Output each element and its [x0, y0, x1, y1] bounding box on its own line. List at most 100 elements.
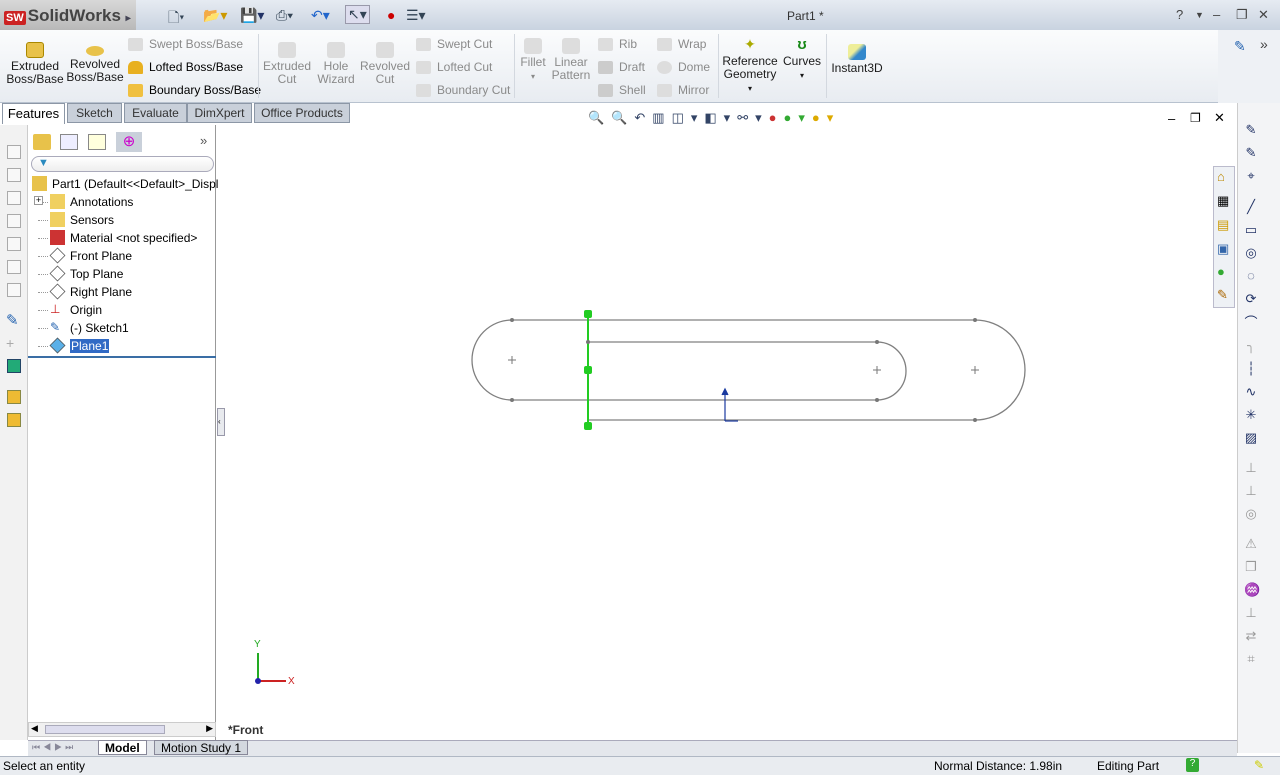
property-manager-tab-icon[interactable] — [60, 134, 78, 150]
view-icon[interactable] — [7, 191, 21, 205]
options-icon[interactable]: ☰▾ — [406, 7, 426, 24]
fillet-button[interactable]: Fillet ▾ — [518, 38, 548, 83]
undo-icon[interactable]: ↶▾ — [311, 7, 330, 24]
dimxpert-manager-tab-icon[interactable]: ⊕ — [116, 132, 142, 152]
dropdown-icon[interactable]: ▾ — [531, 72, 535, 81]
wrap-button[interactable]: Wrap — [657, 36, 706, 52]
centerpoint-arc-icon[interactable]: ◌ — [1244, 269, 1258, 283]
tab-sketch[interactable]: Sketch — [67, 103, 122, 123]
three-point-arc-icon[interactable]: ⌒ — [1244, 316, 1258, 330]
lofted-cut-button[interactable]: Lofted Cut — [416, 59, 492, 75]
sketch-fillet-icon[interactable]: ╮ — [1244, 339, 1258, 353]
help-icon[interactable]: ? — [1186, 758, 1199, 772]
tab-features[interactable]: Features — [2, 103, 65, 124]
new-document-icon[interactable]: 🗋▾ — [168, 7, 184, 31]
feature-manager-tab-icon[interactable] — [33, 134, 51, 150]
expand-icon[interactable]: » — [1260, 36, 1268, 52]
linear-pattern-icon[interactable]: ❐ — [1244, 560, 1258, 574]
sketch-canvas[interactable] — [218, 103, 1237, 740]
draft-button[interactable]: Draft — [598, 59, 645, 75]
mirror-button[interactable]: Mirror — [657, 82, 709, 98]
spline-icon[interactable]: ∿ — [1244, 385, 1258, 399]
rollback-bar[interactable] — [28, 356, 216, 358]
save-icon[interactable]: 💾▾ — [240, 7, 264, 24]
circle-icon[interactable]: ◎ — [1244, 246, 1258, 260]
tab-motion-study[interactable]: Motion Study 1 — [154, 740, 249, 755]
dropdown-icon[interactable]: ▾ — [800, 71, 804, 80]
rebuild-icon[interactable]: ● — [387, 7, 395, 23]
line-icon[interactable]: ╱ — [1244, 200, 1258, 214]
tab-navigation-icon[interactable]: ⏮◀▶⏭ — [32, 742, 76, 753]
tab-dimxpert[interactable]: DimXpert — [187, 103, 252, 123]
panel-collapse-handle[interactable]: ‹ — [217, 408, 225, 436]
restore-icon[interactable]: ❐ — [1236, 7, 1248, 23]
add-relation-icon[interactable]: + — [6, 335, 14, 351]
rectangle-icon[interactable]: ▭ — [1244, 223, 1258, 237]
graphics-area[interactable]: 🔍🔍↶▥◫▾◧▾⚯▾●●▾●▾ – ❐ ✕ ⌂ ▦ ▤ ▣ ● ✎ Y X *F… — [218, 103, 1237, 740]
view-icon[interactable] — [7, 283, 21, 297]
extend-icon[interactable]: ⊥ — [1244, 484, 1258, 498]
filter-input[interactable]: ▼ — [31, 156, 214, 172]
view-icon[interactable] — [7, 214, 21, 228]
shell-button[interactable]: Shell — [598, 82, 646, 98]
open-icon[interactable]: 📂▾ — [203, 7, 227, 24]
revolved-boss-button[interactable]: Revolved Boss/Base — [66, 42, 124, 84]
help-dropdown-icon[interactable]: ▼ — [1195, 10, 1204, 20]
rib-button[interactable]: Rib — [598, 36, 637, 52]
configuration-manager-tab-icon[interactable] — [88, 134, 106, 150]
swept-boss-button[interactable]: Swept Boss/Base — [128, 36, 243, 52]
select-icon[interactable]: ↖▾ — [345, 5, 370, 24]
hole-wizard-button[interactable]: Hole Wizard — [314, 42, 358, 86]
centerline-icon[interactable]: ┆ — [1244, 362, 1258, 376]
revolved-cut-button[interactable]: Revolved Cut — [359, 42, 411, 86]
boundary-boss-button[interactable]: Boundary Boss/Base — [128, 82, 261, 98]
point-icon[interactable]: ✳ — [1244, 408, 1258, 422]
close-icon[interactable]: ✕ — [1258, 7, 1269, 23]
repair-sketch-icon[interactable]: ⇄ — [1244, 629, 1258, 643]
tab-model[interactable]: Model — [98, 740, 147, 755]
smart-dimension-icon[interactable]: ⌖ — [1244, 169, 1258, 183]
feature-icon[interactable] — [7, 413, 21, 427]
dome-button[interactable]: Dome — [657, 59, 710, 75]
move-entities-icon[interactable]: ♒ — [1244, 583, 1260, 597]
swept-cut-button[interactable]: Swept Cut — [416, 36, 492, 52]
print-icon[interactable]: ⎙▾ — [276, 7, 293, 24]
minimize-icon[interactable]: – — [1213, 7, 1220, 22]
display-relations-icon[interactable]: ⊥ — [1244, 606, 1258, 620]
edit-sketch-icon[interactable]: ✎ — [6, 311, 19, 329]
sketch-icon[interactable]: ✎ — [1244, 123, 1258, 137]
mirror-entities-icon[interactable]: ⚠ — [1244, 537, 1258, 551]
dropdown-icon[interactable]: ▾ — [748, 84, 752, 93]
lofted-boss-button[interactable]: Lofted Boss/Base — [128, 59, 243, 75]
help-button[interactable]: ? — [1176, 7, 1183, 22]
view-icon[interactable] — [7, 168, 21, 182]
view-icon[interactable] — [7, 145, 21, 159]
offset-icon[interactable]: ◎ — [1244, 507, 1258, 521]
scroll-thumb[interactable] — [45, 725, 165, 734]
resize-grip-icon[interactable]: ✎ — [1254, 758, 1264, 772]
tab-office-products[interactable]: Office Products — [254, 103, 350, 123]
solidworks-logo[interactable]: SW SolidWorks ▸ — [0, 0, 136, 30]
feature-icon[interactable] — [7, 390, 21, 404]
trim-icon[interactable]: ⊥ — [1244, 461, 1258, 475]
assembly-icon[interactable] — [7, 359, 21, 373]
quick-snaps-icon[interactable]: ✎ — [1234, 38, 1246, 55]
construction-geometry-icon[interactable]: ▨ — [1244, 431, 1258, 445]
tab-evaluate[interactable]: Evaluate — [124, 103, 187, 123]
3d-sketch-icon[interactable]: ✎ — [1244, 146, 1258, 160]
extruded-cut-button[interactable]: Extruded Cut — [260, 42, 314, 86]
curves-button[interactable]: ʊ Curves ▾ — [782, 37, 822, 82]
extruded-boss-button[interactable]: Extruded Boss/Base — [6, 42, 64, 86]
linear-pattern-button[interactable]: Linear Pattern — [550, 38, 592, 82]
expand-panel-icon[interactable]: » — [200, 133, 207, 148]
scroll-right-icon[interactable]: ▶ — [206, 723, 213, 734]
horizontal-scrollbar[interactable]: ◀ ▶ — [28, 722, 216, 737]
view-icon[interactable] — [7, 260, 21, 274]
tangent-arc-icon[interactable]: ⟳ — [1244, 292, 1258, 306]
instant3d-button[interactable]: Instant3D — [830, 44, 884, 75]
scroll-left-icon[interactable]: ◀ — [31, 723, 38, 734]
boundary-cut-button[interactable]: Boundary Cut — [416, 82, 510, 98]
expand-icon[interactable]: + — [34, 196, 43, 205]
quick-snaps-icon[interactable]: ⌗ — [1244, 652, 1258, 666]
view-icon[interactable] — [7, 237, 21, 251]
